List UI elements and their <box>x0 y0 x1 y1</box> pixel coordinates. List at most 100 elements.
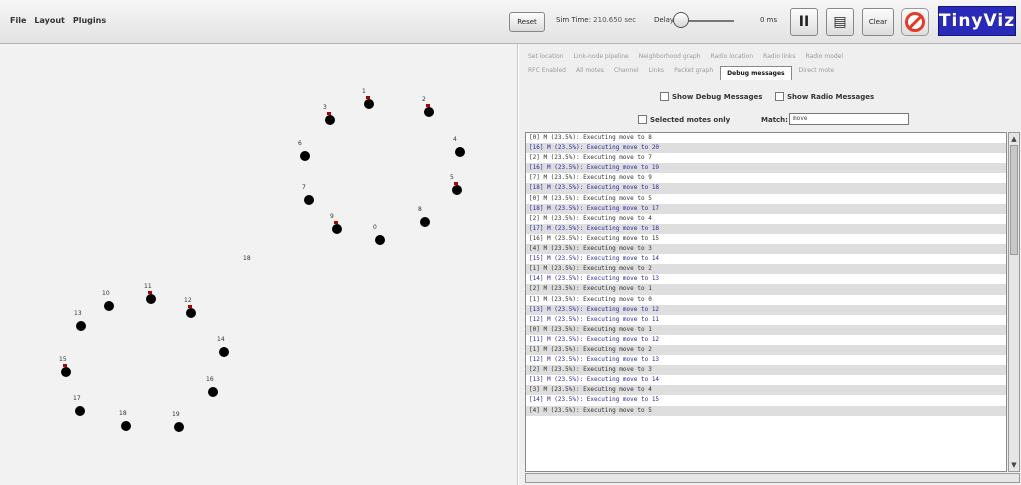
checkbox-box[interactable] <box>660 92 669 101</box>
tab-radio-location[interactable]: Radio location <box>707 52 756 61</box>
menu-file[interactable]: File <box>10 16 26 25</box>
checkbox-box[interactable] <box>775 92 784 101</box>
delay-value: 0 ms <box>760 16 778 24</box>
tab-packet-graph[interactable]: Packet graph <box>671 66 716 80</box>
log-row[interactable]: [16] M (23.5%): Executing move to 15 <box>526 234 1006 244</box>
log-row[interactable]: [4] M (23.5%): Executing move to 5 <box>526 405 1006 416</box>
mote-node[interactable] <box>332 221 342 234</box>
reset-button[interactable]: Reset <box>509 12 545 32</box>
mote-node[interactable] <box>219 347 229 357</box>
mote-node[interactable] <box>420 217 430 227</box>
log-row[interactable]: [14] M (23.5%): Executing move to 15 <box>526 395 1006 405</box>
tab-all-motes[interactable]: All motes <box>573 66 607 80</box>
mote-node[interactable] <box>208 387 218 397</box>
tab-rfc-enabled[interactable]: RFC Enabled <box>525 66 569 80</box>
mote-node[interactable] <box>300 151 310 161</box>
mote-node[interactable] <box>375 235 385 245</box>
mote-node[interactable] <box>364 96 374 109</box>
menu-bar: File Layout Plugins <box>10 16 106 25</box>
mote-node[interactable] <box>325 112 335 125</box>
debug-log-list[interactable]: [0] M (23.5%): Executing move to 8 [16] M… <box>525 132 1007 472</box>
log-row[interactable]: [16] M (23.5%): Executing move to 19 <box>526 163 1006 174</box>
mote-node[interactable] <box>61 364 71 377</box>
mote-node[interactable] <box>76 321 86 331</box>
log-row[interactable]: [3] M (23.5%): Executing move to 4 <box>526 385 1006 396</box>
mote-node[interactable] <box>146 291 156 304</box>
grid-button[interactable]: ▤ <box>826 8 854 36</box>
menu-layout[interactable]: Layout <box>34 16 64 25</box>
log-row[interactable]: [2] M (23.5%): Executing move to 4 <box>526 214 1006 224</box>
toolbar: File Layout Plugins Reset Sim Time: 210.… <box>0 0 1021 44</box>
log-row[interactable]: [18] M (23.5%): Executing move to 17 <box>526 203 1006 214</box>
log-row[interactable]: [16] M (23.5%): Executing move to 20 <box>526 143 1006 154</box>
mote-node[interactable] <box>304 195 314 205</box>
mote-node[interactable] <box>75 406 85 416</box>
mote-canvas[interactable]: 1 2 3 4 5 6 7 8 9 0 10 11 12 13 14 15 16 17 18 19 18 <box>0 44 518 485</box>
mote-node[interactable] <box>186 305 196 318</box>
menu-plugins[interactable]: Plugins <box>73 16 106 25</box>
stray-mote-label: 18 <box>243 255 251 262</box>
tab-debug-messages[interactable]: Debug messages <box>720 66 792 80</box>
mote-label: 16 <box>206 376 214 383</box>
log-row[interactable]: [0] M (23.5%): Executing move to 1 <box>526 324 1006 335</box>
log-row[interactable]: [12] M (23.5%): Executing move to 13 <box>526 355 1006 365</box>
mote-node[interactable] <box>104 301 114 311</box>
log-row[interactable]: [2] M (23.5%): Executing move to 7 <box>526 153 1006 163</box>
mote-node[interactable] <box>452 182 462 195</box>
tab-link-node-pipeline[interactable]: Link-node pipeline <box>571 52 632 61</box>
log-row[interactable]: [12] M (23.5%): Executing move to 11 <box>526 315 1006 325</box>
log-row[interactable]: [17] M (23.5%): Executing move to 18 <box>526 223 1006 234</box>
log-row[interactable]: [1] M (23.5%): Executing move to 2 <box>526 344 1006 356</box>
log-row[interactable]: [18] M (23.5%): Executing move to 18 <box>526 183 1006 194</box>
log-row[interactable]: [4] M (23.5%): Executing move to 3 <box>526 244 1006 255</box>
show-radio-label: Show Radio Messages <box>787 92 875 101</box>
delay-slider-knob[interactable] <box>673 12 689 28</box>
tab-set-location[interactable]: Set location <box>525 52 567 61</box>
plugin-panel: Set location Link-node pipeline Neighborho… <box>519 44 1021 485</box>
scroll-down-icon[interactable]: ▼ <box>1010 460 1018 470</box>
scrollbar-thumb[interactable] <box>1010 145 1018 255</box>
clear-button[interactable]: Clear <box>862 8 894 36</box>
tabs-row-1: Set location Link-node pipeline Neighborho… <box>525 52 1021 61</box>
match-label: Match: <box>761 116 788 124</box>
match-input[interactable]: move <box>789 113 909 125</box>
log-row[interactable]: [15] M (23.5%): Executing move to 14 <box>526 254 1006 264</box>
mote-label: 9 <box>330 213 334 220</box>
tab-neighborhood-graph[interactable]: Neighborhood graph <box>636 52 704 61</box>
tab-direct-mote[interactable]: Direct mote <box>796 66 837 80</box>
tab-links[interactable]: Links <box>646 66 667 80</box>
horizontal-scrollbar[interactable] <box>525 473 1020 483</box>
mote-label: 0 <box>373 224 377 231</box>
selected-only-checkbox[interactable]: Selected motes only <box>638 115 730 124</box>
pause-button[interactable]: II <box>790 8 818 36</box>
mote-node[interactable] <box>121 421 131 431</box>
log-row[interactable]: [0] M (23.5%): Executing move to 8 <box>526 133 1006 143</box>
show-radio-checkbox[interactable]: Show Radio Messages <box>775 92 874 101</box>
mote-label: 12 <box>184 297 192 304</box>
log-row[interactable]: [13] M (23.5%): Executing move to 14 <box>526 375 1006 385</box>
mote-node[interactable] <box>424 104 434 117</box>
checkbox-box[interactable] <box>638 115 647 124</box>
show-debug-label: Show Debug Messages <box>672 92 763 101</box>
log-row[interactable]: [1] M (23.5%): Executing move to 0 <box>526 295 1006 305</box>
log-row[interactable]: [11] M (23.5%): Executing move to 12 <box>526 335 1006 345</box>
mote-node[interactable] <box>455 147 465 157</box>
mote-label: 10 <box>102 290 110 297</box>
log-row[interactable]: [1] M (23.5%): Executing move to 2 <box>526 264 1006 275</box>
tab-channel[interactable]: Channel <box>611 66 642 80</box>
log-row[interactable]: [2] M (23.5%): Executing move to 3 <box>526 365 1006 376</box>
log-row[interactable]: [14] M (23.5%): Executing move to 13 <box>526 274 1006 284</box>
log-row[interactable]: [0] M (23.5%): Executing move to 5 <box>526 194 1006 204</box>
log-row[interactable]: [2] M (23.5%): Executing move to 1 <box>526 284 1006 295</box>
mote-node[interactable] <box>174 422 184 432</box>
mote-label: 14 <box>217 336 225 343</box>
tab-radio-links[interactable]: Radio links <box>760 52 799 61</box>
stop-button[interactable] <box>901 8 929 36</box>
show-debug-checkbox[interactable]: Show Debug Messages <box>660 92 762 101</box>
tab-radio-model[interactable]: Radio model <box>803 52 846 61</box>
log-row[interactable]: [13] M (23.5%): Executing move to 12 <box>526 304 1006 315</box>
scroll-up-icon[interactable]: ▲ <box>1010 134 1018 144</box>
stop-circle-icon <box>905 12 925 32</box>
log-row[interactable]: [7] M (23.5%): Executing move to 9 <box>526 173 1006 183</box>
vertical-scrollbar[interactable]: ▲ ▼ <box>1008 132 1020 472</box>
